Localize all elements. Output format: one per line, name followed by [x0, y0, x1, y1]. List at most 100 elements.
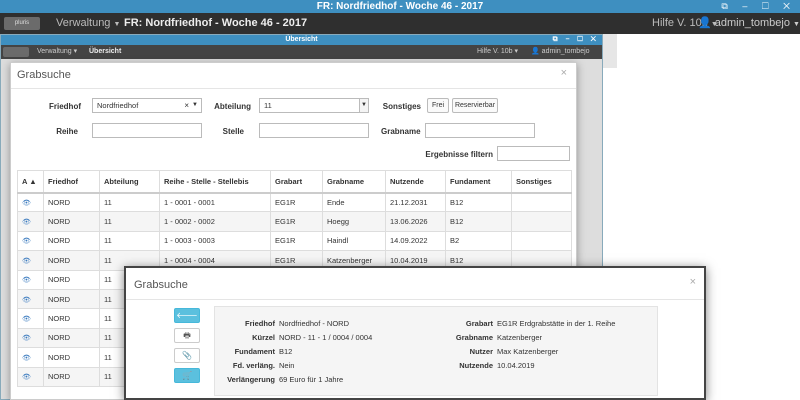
- cart-button[interactable]: 🛒: [174, 368, 200, 383]
- column-header-grabname[interactable]: Grabname: [322, 170, 386, 194]
- back-button[interactable]: 🡐: [174, 308, 200, 323]
- frei-button[interactable]: Frei: [427, 98, 449, 113]
- column-header-grabart[interactable]: Grabart: [270, 170, 323, 194]
- inner-window-titlebar: Übersicht ⧉ – ☐ ✕: [1, 35, 602, 45]
- detail-modal-title: Grabsuche: [134, 279, 188, 291]
- close-icon[interactable]: ×: [561, 67, 567, 79]
- detail-grabname-value: Katzenberger: [497, 333, 543, 342]
- column-header-friedhof[interactable]: Friedhof: [43, 170, 100, 194]
- print-icon: 🖶: [183, 331, 191, 340]
- eye-icon[interactable]: 👁: [22, 373, 31, 381]
- table-cell-view[interactable]: 👁: [17, 288, 44, 310]
- column-header-fundament[interactable]: Fundament: [445, 170, 512, 194]
- inner-app-logo: [3, 47, 29, 57]
- table-cell-view[interactable]: 👁: [17, 308, 44, 329]
- chevron-down-icon: ▼: [359, 99, 368, 112]
- inner-page-title: Übersicht: [89, 48, 122, 55]
- table-cell-view[interactable]: 👁: [17, 191, 44, 213]
- table-cell-view[interactable]: 👁: [17, 211, 44, 232]
- page-title: FR: Nordfriedhof - Woche 46 - 2017: [124, 17, 308, 29]
- attach-button[interactable]: 📎: [174, 348, 200, 363]
- inner-window-controls[interactable]: ⧉ – ☐ ✕: [553, 35, 599, 45]
- eye-icon[interactable]: 👁: [22, 218, 31, 226]
- table-cell: 1 - 0002 - 0002: [159, 211, 271, 232]
- abteilung-select[interactable]: 11 ▼: [259, 98, 369, 113]
- table-cell: NORD: [43, 327, 100, 349]
- user-menu[interactable]: 👤 admin_tombejo ▼: [698, 13, 800, 35]
- table-cell: 21.12.2031: [385, 191, 446, 213]
- table-cell: Ende: [322, 191, 386, 213]
- eye-icon[interactable]: 👁: [22, 354, 31, 362]
- detail-nutzer-label: Nutzer: [469, 347, 493, 356]
- table-cell-view[interactable]: 👁: [17, 269, 44, 290]
- eye-icon[interactable]: 👁: [22, 276, 31, 284]
- table-cell-view[interactable]: 👁: [17, 347, 44, 368]
- detail-verlaengerung-label: Verlängerung: [227, 375, 275, 384]
- table-cell-view[interactable]: 👁: [17, 327, 44, 349]
- window-titlebar: FR: Nordfriedhof - Woche 46 - 2017 ⧉ – ☐…: [0, 0, 800, 13]
- eye-icon[interactable]: 👁: [22, 315, 31, 323]
- friedhof-value: Nordfriedhof: [97, 101, 139, 110]
- close-icon[interactable]: ×: [690, 276, 696, 288]
- table-row[interactable]: 👁 NORD 11 1 - 0002 - 0002 EG1R Hoegg 13.06.202…: [17, 211, 572, 232]
- table-row[interactable]: 👁 NORD 11 1 - 0003 - 0003 EG1R Haindl 14.09.20…: [17, 230, 572, 252]
- inner-window-title: Übersicht: [285, 36, 318, 43]
- reihe-label: Reihe: [56, 127, 78, 136]
- table-cell-view[interactable]: 👁: [17, 366, 44, 387]
- friedhof-select[interactable]: Nordfriedhof × ▼: [92, 98, 202, 113]
- table-cell: NORD: [43, 250, 100, 271]
- grabname-input[interactable]: [425, 123, 535, 138]
- table-cell: NORD: [43, 347, 100, 368]
- table-cell-view[interactable]: 👁: [17, 250, 44, 271]
- eye-icon[interactable]: 👁: [22, 334, 31, 342]
- eye-icon[interactable]: 👁: [22, 296, 31, 304]
- divider: [126, 299, 704, 300]
- window-title: FR: Nordfriedhof - Woche 46 - 2017: [316, 1, 484, 12]
- eye-icon[interactable]: 👁: [22, 199, 31, 207]
- column-header-abteilung[interactable]: Abteilung: [99, 170, 160, 194]
- detail-nutzende-label: Nutzende: [459, 361, 493, 370]
- table-cell: NORD: [43, 288, 100, 310]
- detail-panel: Friedhof Nordfriedhof - NORD Kürzel NORD…: [214, 306, 658, 396]
- column-header-nutzende[interactable]: Nutzende: [385, 170, 446, 194]
- inner-menu-verwaltung[interactable]: Verwaltung ▾: [37, 45, 77, 59]
- stelle-label: Stelle: [222, 127, 244, 136]
- table-header-row: A ▲ Friedhof Abteilung Reihe - Stelle - …: [17, 170, 572, 194]
- window-controls[interactable]: ⧉ – ☐ ✕: [721, 0, 796, 13]
- inner-help-menu[interactable]: Hilfe V. 10b ▾: [477, 45, 518, 59]
- stelle-input[interactable]: [259, 123, 369, 138]
- filter-input[interactable]: [497, 146, 570, 161]
- inner-user-menu[interactable]: 👤 admin_tombejo: [531, 45, 590, 59]
- user-icon: 👤: [698, 17, 712, 29]
- column-header-reihe[interactable]: Reihe - Stelle - Stellebis: [159, 170, 271, 194]
- table-cell-view[interactable]: 👁: [17, 230, 44, 252]
- table-cell: 14.09.2022: [385, 230, 446, 252]
- eye-icon[interactable]: 👁: [22, 237, 31, 245]
- detail-fundament-label: Fundament: [234, 347, 275, 356]
- reservierbar-button[interactable]: Reservierbar: [452, 98, 498, 113]
- arrow-left-icon: 🡐: [176, 311, 198, 320]
- column-header-sonstiges[interactable]: Sonstiges: [511, 170, 572, 194]
- detail-friedhof-label: Friedhof: [245, 319, 275, 328]
- reihe-input[interactable]: [92, 123, 202, 138]
- column-header-a[interactable]: A ▲: [17, 170, 44, 194]
- app-navbar: pluris Verwaltung ▼ FR: Nordfriedhof - Wo…: [0, 13, 800, 34]
- inner-help-label: Hilfe V. 10b: [477, 48, 513, 55]
- menu-verwaltung[interactable]: Verwaltung ▼: [56, 13, 120, 35]
- clear-icon[interactable]: ×: [184, 99, 189, 112]
- table-cell: 11: [99, 211, 160, 232]
- divider: [11, 88, 576, 89]
- chevron-down-icon: ▾: [73, 48, 78, 55]
- chevron-down-icon: ▼: [113, 21, 121, 28]
- abteilung-value: 11: [264, 101, 272, 110]
- inner-user-name: admin_tombejo: [541, 48, 590, 55]
- table-cell: EG1R: [270, 211, 323, 232]
- detail-grabart-label: Grabart: [465, 319, 493, 328]
- eye-icon[interactable]: 👁: [22, 257, 31, 265]
- print-button[interactable]: 🖶: [174, 328, 200, 343]
- table-cell: NORD: [43, 308, 100, 329]
- table-row[interactable]: 👁 NORD 11 1 - 0001 - 0001 EG1R Ende 21.12.2031…: [17, 191, 572, 213]
- detail-grabname-label: Grabname: [455, 333, 493, 342]
- sort-icon: ▲: [29, 176, 37, 186]
- table-cell: 1 - 0001 - 0001: [159, 191, 271, 213]
